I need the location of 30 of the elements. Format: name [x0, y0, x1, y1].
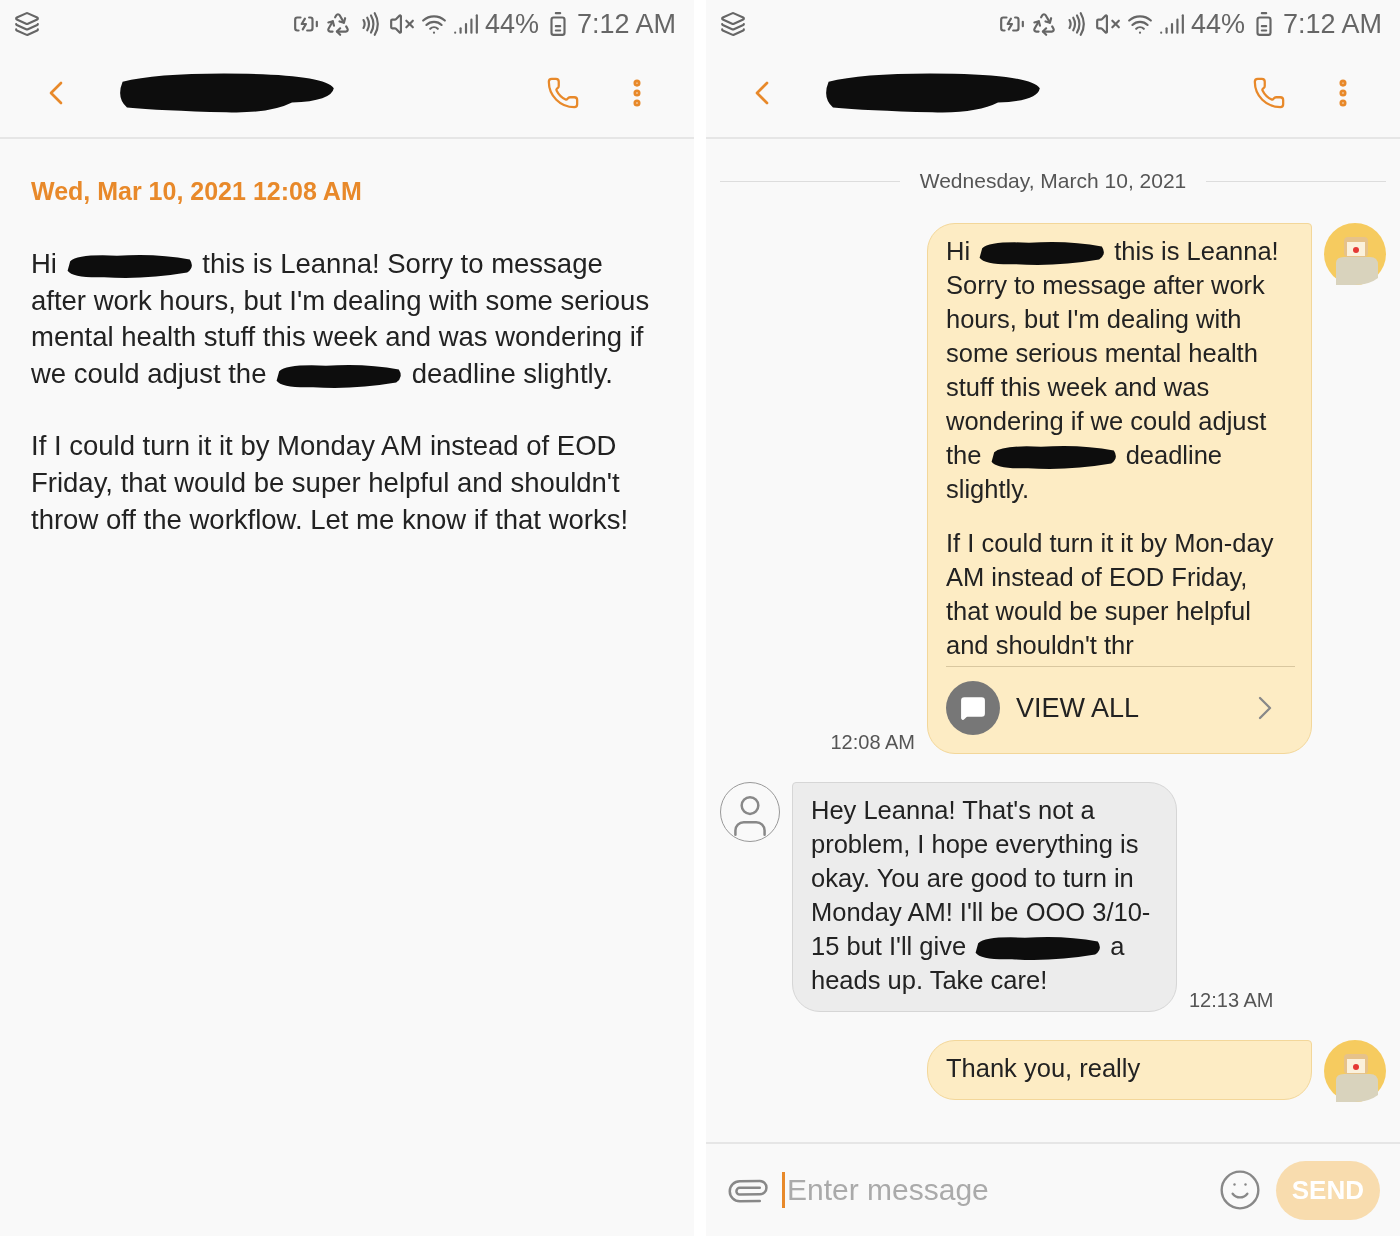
- avatar-icon[interactable]: [1324, 223, 1386, 285]
- battery-percent: 44%: [1190, 8, 1245, 40]
- message-text: Hi this is Leanna! Sorry to message after work hours, but I'm dealing with some serious mental health stuff this week and was wondering if we could adjust the deadline slightly.: [946, 236, 1280, 505]
- recycle-icon: [1030, 11, 1057, 37]
- date-divider: Wednesday, March 10, 2021: [919, 169, 1187, 193]
- battery-percent: 44%: [484, 8, 539, 40]
- message-time: 12:13 AM: [1189, 989, 1274, 1012]
- clock: 7:12 AM: [1282, 8, 1382, 40]
- message-date: Wed, Mar 10, 2021 12:08 AM: [30, 176, 363, 207]
- signal-icon: [452, 11, 479, 37]
- contact-avatar-icon[interactable]: [720, 782, 780, 842]
- message-text: If I could turn it it by Monday AM instead of EOD Friday, that would be super helpful and shouldn't throw off the workflow. Let me know if that works!: [30, 429, 630, 537]
- message-text: Hey Leanna! That's not a problem, I hope everything is okay. You are good to turn in Monday AM! I'll be OOO 3/10-15 but I'll give a heads up. Take care!: [811, 795, 1152, 996]
- clock: 7:12 AM: [576, 8, 676, 40]
- avatar-icon[interactable]: [1324, 1040, 1386, 1102]
- message-time: 12:08 AM: [830, 731, 915, 754]
- mute-icon: [1094, 11, 1121, 37]
- chat-icon: [946, 681, 1000, 735]
- signal-icon: [1158, 11, 1185, 37]
- layers-icon: [720, 11, 746, 37]
- phone-icon[interactable]: [1252, 75, 1286, 110]
- message-field[interactable]: Enter message: [782, 1172, 1204, 1208]
- layers-icon: [14, 11, 40, 37]
- mute-icon: [388, 11, 415, 37]
- phone-icon[interactable]: [546, 75, 580, 110]
- view-all-button[interactable]: VIEW ALL: [946, 666, 1295, 743]
- recycle-icon: [324, 11, 351, 37]
- message-text: If I could turn it it by Mon-day AM instead of EOD Friday, that would be super helpful and shouldn't thr: [946, 528, 1275, 661]
- message-text: Thank you, really: [946, 1053, 1142, 1084]
- message-text: Hi this is Leanna! Sorry to message after work hours, but I'm dealing with some serious mental health stuff this week and was wondering if we could adjust the deadline slightly.: [30, 247, 651, 392]
